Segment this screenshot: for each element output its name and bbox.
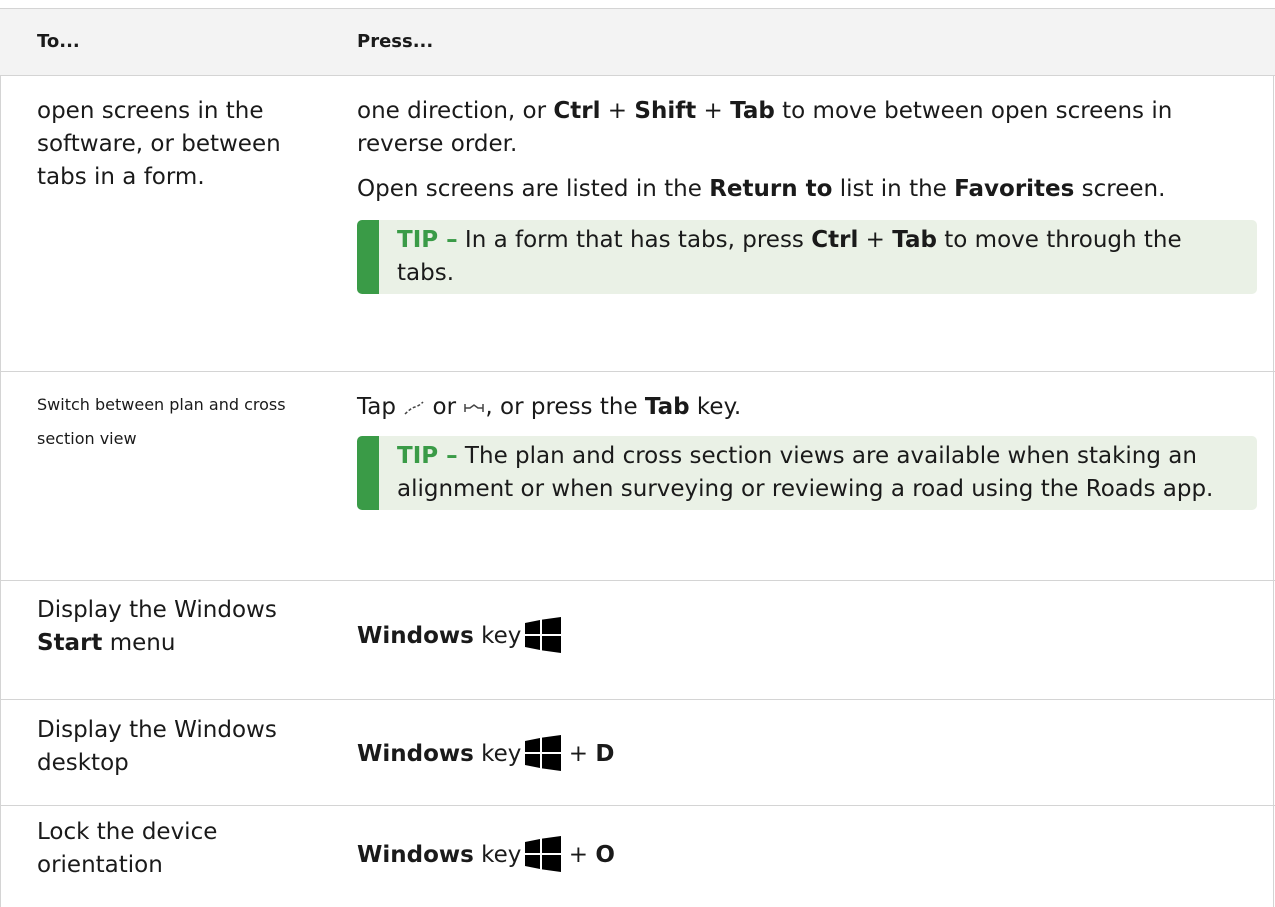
tip-label: TIP –: [397, 227, 458, 253]
row5-press-cell: Windows key + O: [357, 836, 1257, 872]
row1-paragraph-2: Open screens are listed in the Return to…: [357, 173, 1257, 206]
row5-to-text: Lock the device orientation: [37, 819, 218, 878]
key-windows: Windows: [357, 842, 474, 868]
key-ctrl: Ctrl: [553, 98, 601, 124]
text: screen.: [1074, 176, 1166, 202]
text: list in the: [832, 176, 955, 202]
favorites-term: Favorites: [954, 176, 1075, 202]
text: key.: [689, 394, 742, 420]
row-divider: [0, 371, 1275, 372]
plus: +: [600, 98, 635, 124]
row-divider: [0, 580, 1275, 581]
windows-logo-icon: [525, 836, 562, 872]
text: menu: [102, 630, 176, 656]
text: In a form that has tabs, press: [457, 227, 812, 253]
text: Display the Windows: [37, 597, 277, 623]
key-d: D: [595, 741, 615, 767]
key-tab: Tab: [730, 98, 775, 124]
key-tab: Tab: [644, 394, 690, 420]
key-windows: Windows: [357, 623, 474, 649]
text: key: [473, 741, 522, 767]
row2-to-text: Switch between plan and cross section vi…: [37, 395, 286, 448]
windows-logo-icon: [525, 617, 562, 653]
key-tab: Tab: [892, 227, 937, 253]
key-shift: Shift: [634, 98, 697, 124]
row4-to-cell: Display the Windows desktop: [37, 714, 287, 780]
plan-view-icon: [404, 400, 424, 415]
text: Tap: [357, 394, 404, 420]
plus: +: [561, 741, 596, 767]
return-to-term: Return to: [709, 176, 833, 202]
row2-tip-box: TIP – The plan and cross section views a…: [357, 436, 1257, 510]
text: , or press the: [485, 394, 645, 420]
key-o: O: [595, 842, 615, 868]
row-divider: [0, 805, 1275, 806]
header-press: Press...: [357, 31, 434, 52]
row1-tip-box: TIP – In a form that has tabs, press Ctr…: [357, 220, 1257, 294]
table-header-row: To... Press...: [0, 9, 1275, 76]
plus: +: [858, 227, 893, 253]
text: The plan and cross section views are ava…: [397, 443, 1214, 502]
table-right-border: [1273, 75, 1274, 907]
row-divider: [0, 699, 1275, 700]
plus: +: [696, 98, 731, 124]
header-to: To...: [37, 31, 80, 52]
row1-press-cell: one direction, or Ctrl + Shift + Tab to …: [357, 95, 1257, 294]
row3-press-cell: Windows key: [357, 617, 1257, 653]
text: key: [473, 842, 522, 868]
key-windows: Windows: [357, 741, 474, 767]
tip-label: TIP –: [397, 443, 458, 469]
row1-paragraph-1: one direction, or Ctrl + Shift + Tab to …: [357, 95, 1257, 161]
row2-to-cell: Switch between plan and cross section vi…: [37, 388, 307, 456]
text: or: [425, 394, 464, 420]
row2-press-cell: Tap or , or press the Tab key. TIP – The…: [357, 391, 1257, 510]
row5-to-cell: Lock the device orientation: [37, 816, 287, 882]
row3-to-cell: Display the Windows Start menu: [37, 594, 287, 660]
start-term: Start: [37, 630, 103, 656]
cross-section-icon: [464, 403, 485, 412]
row4-press-cell: Windows key + D: [357, 735, 1257, 771]
row2-paragraph-1: Tap or , or press the Tab key.: [357, 391, 1257, 424]
row4-to-text: Display the Windows desktop: [37, 717, 277, 776]
key-ctrl: Ctrl: [811, 227, 859, 253]
row1-to-text: open screens in the software, or between…: [37, 98, 281, 190]
text: Open screens are listed in the: [357, 176, 710, 202]
text: key: [473, 623, 522, 649]
windows-logo-icon: [525, 735, 562, 771]
plus: +: [561, 842, 596, 868]
row1-to-cell: open screens in the software, or between…: [37, 95, 287, 194]
text: one direction, or: [357, 98, 554, 124]
table-left-border: [0, 75, 1, 907]
